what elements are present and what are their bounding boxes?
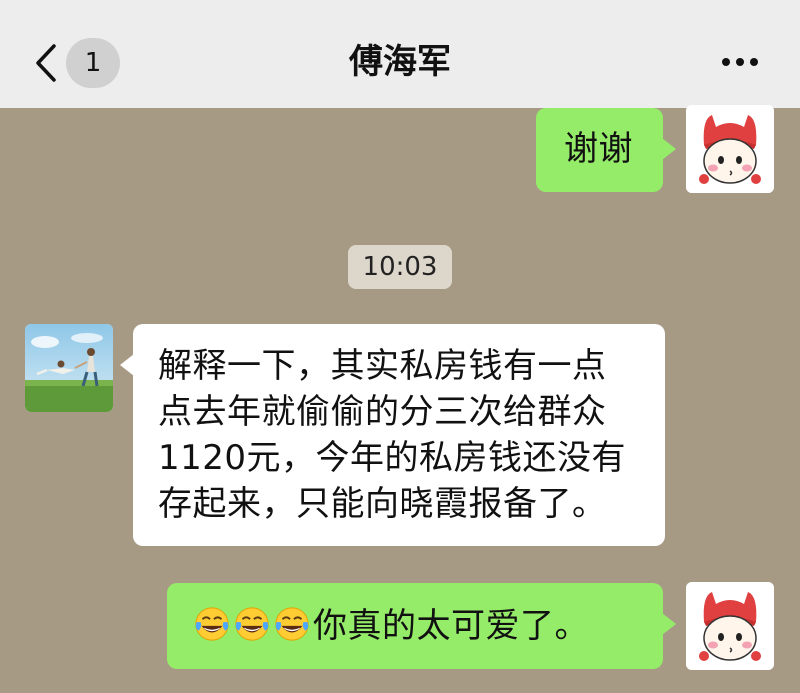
message-text: 谢谢 [564, 129, 633, 169]
cat-hat-cartoon-avatar-icon [686, 105, 774, 193]
bubble-tail [662, 613, 676, 635]
landscape-couple-photo-avatar-icon [25, 324, 113, 412]
contact-avatar[interactable] [25, 324, 113, 412]
chat-title: 傅海军 [349, 42, 451, 82]
tears-of-joy-emoji-icon [275, 607, 309, 641]
incoming-message-bubble[interactable]: 解释一下，其实私房钱有一点 点去年就偷偷的分三次给群众 1120元，今年的私房钱… [120, 324, 665, 546]
message-timestamp: 10:03 [348, 245, 452, 289]
message-text: 你真的太可爱了。 [313, 606, 589, 646]
outgoing-message-bubble[interactable]: 谢谢 [536, 108, 676, 192]
my-avatar[interactable] [686, 105, 774, 193]
bubble-tail [662, 138, 676, 160]
message-line: 点去年就偷偷的分三次给群众 [158, 392, 607, 432]
outgoing-message-bubble[interactable]: 你真的太可爱了。 [167, 583, 676, 669]
message-content: 你真的太可爱了。 [193, 603, 589, 649]
bubble-tail [120, 354, 134, 376]
message-line: 解释一下，其实私房钱有一点 [158, 346, 607, 386]
cat-hat-cartoon-avatar-icon [686, 582, 774, 670]
tears-of-joy-emoji-icon [195, 607, 229, 641]
more-options-icon[interactable] [716, 50, 764, 74]
tears-of-joy-emoji-icon [235, 607, 269, 641]
message-line: 1120元，今年的私房钱还没有 [158, 438, 627, 478]
message-line: 存起来，只能向晓霞报备了。 [158, 484, 607, 524]
my-avatar[interactable] [686, 582, 774, 670]
chat-header: 1 傅海军 [0, 0, 800, 108]
